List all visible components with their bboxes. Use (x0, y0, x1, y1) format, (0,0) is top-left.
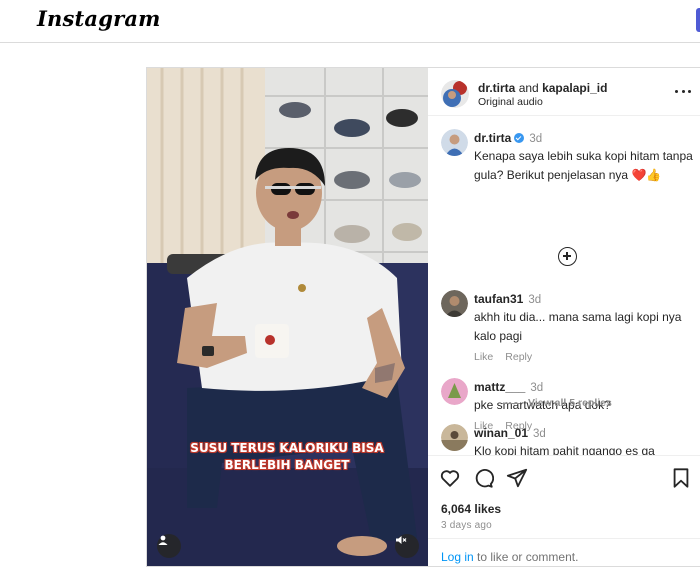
tagged-users-button[interactable] (157, 534, 181, 558)
send-icon[interactable] (506, 467, 528, 489)
caption-text: Kenapa saya lebih suka kopi hitam tanpa … (474, 149, 693, 182)
comment-like-button[interactable]: Like (474, 351, 493, 363)
collaborator-link[interactable]: kapalapi_id (542, 81, 607, 95)
comment-time[interactable]: 3d (530, 382, 543, 394)
comment-avatar[interactable] (441, 424, 468, 451)
comment-username[interactable]: winan_01 (474, 426, 528, 440)
post-authors: dr.tirta and kapalapi_id (478, 81, 607, 95)
more-options-icon[interactable] (675, 88, 691, 94)
comment-reply-button[interactable]: Reply (505, 351, 532, 363)
likes-count[interactable]: 6,064 likes (441, 502, 501, 516)
collab-avatar[interactable] (441, 80, 469, 108)
video-frame-illustration (147, 68, 428, 566)
user-icon (158, 535, 168, 545)
comments-list[interactable]: dr.tirta 3d Kenapa saya lebih suka kopi h… (428, 117, 700, 455)
login-suffix: to like or comment. (473, 550, 579, 564)
caption-avatar[interactable] (441, 129, 468, 156)
login-prompt: Log in to like or comment. (428, 538, 700, 564)
comment-username[interactable]: taufan31 (474, 292, 523, 306)
comment-icon[interactable] (472, 467, 494, 489)
plus-circle-icon[interactable] (558, 247, 577, 266)
authors-joiner: and (518, 81, 539, 95)
author-link[interactable]: dr.tirta (478, 81, 515, 95)
heart-icon[interactable] (439, 467, 461, 489)
comment-avatar[interactable] (441, 290, 468, 317)
post-dialog: SUSU TERUS KALORIKU BISA BERLEBIH BANGET (146, 67, 700, 567)
comment-time[interactable]: 3d (528, 294, 541, 306)
video-caption-line-2: BERLEBIH BANGET (224, 458, 350, 472)
comment-time[interactable]: 3d (533, 428, 546, 440)
original-audio-link[interactable]: Original audio (478, 96, 543, 108)
post-header: dr.tirta and kapalapi_id Original audio (428, 68, 700, 116)
video-caption-line-1: SUSU TERUS KALORIKU BISA (190, 441, 384, 455)
caption-time[interactable]: 3d (529, 133, 542, 145)
mute-button[interactable] (395, 534, 419, 558)
speaker-muted-icon (396, 536, 407, 544)
view-replies-button[interactable]: View all 5 replies (502, 397, 612, 409)
top-bar: Instagram (0, 0, 700, 43)
login-link[interactable]: Log in (441, 550, 474, 564)
reel-video[interactable]: SUSU TERUS KALORIKU BISA BERLEBIH BANGET (147, 68, 428, 566)
caption-username[interactable]: dr.tirta (474, 131, 511, 145)
comment-username[interactable]: mattz___ (474, 380, 525, 394)
post-side-panel: dr.tirta and kapalapi_id Original audio (428, 68, 700, 566)
bookmark-icon[interactable] (670, 467, 692, 489)
post-date[interactable]: 3 days ago (441, 520, 492, 531)
instagram-logo[interactable]: Instagram (37, 6, 161, 31)
verified-badge-icon (514, 133, 525, 143)
video-caption-overlay: SUSU TERUS KALORIKU BISA BERLEBIH BANGET (177, 440, 397, 474)
post-actions-footer: 6,064 likes 3 days ago Log in to like or… (428, 455, 700, 566)
comment-avatar[interactable] (441, 378, 468, 405)
comment-text: Klo kopi hitam pahit ngango es ga (474, 444, 655, 455)
comment-text: akhh itu dia... mana sama lagi kopi nya … (474, 310, 682, 343)
top-right-button-edge[interactable] (696, 8, 700, 32)
